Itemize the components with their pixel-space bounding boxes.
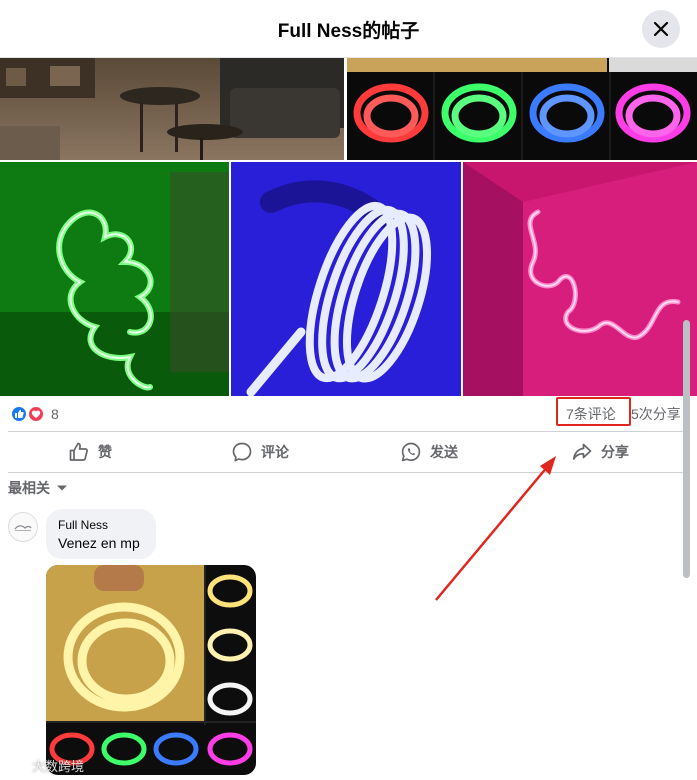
watermark-text: 大数跨境	[32, 759, 85, 774]
dialog-header: Full Ness的帖子	[0, 0, 697, 58]
love-reaction-icon[interactable]	[27, 405, 45, 423]
photo-blue-coil[interactable]	[231, 162, 461, 396]
whatsapp-icon	[401, 442, 421, 462]
avatar[interactable]	[8, 512, 38, 542]
speech-bubble-icon	[232, 442, 252, 462]
send-button[interactable]: 发送	[400, 433, 458, 471]
comment-bubble: Full Ness Venez en mp	[46, 509, 156, 559]
like-button[interactable]: 赞	[68, 433, 112, 471]
watermark-logo-icon	[7, 762, 27, 769]
watermark: 大数跨境	[6, 756, 84, 775]
like-reaction-icon[interactable]	[10, 405, 28, 423]
comment-attached-photo[interactable]	[46, 565, 256, 775]
comment-sort-label: 最相关	[8, 480, 50, 496]
page-title: Full Ness的帖子	[277, 21, 420, 42]
comment-author[interactable]: Full Ness	[58, 518, 144, 532]
comment-sort-dropdown[interactable]: 最相关	[8, 478, 68, 498]
divider	[8, 431, 684, 432]
post-action-bar: 赞 评论 发送 分享	[0, 433, 697, 471]
comments-count-highlight-box	[556, 397, 631, 426]
close-button[interactable]	[642, 10, 680, 48]
shares-count-link[interactable]: 5次分享	[631, 404, 681, 424]
divider	[8, 472, 684, 473]
share-label: 分享	[601, 444, 629, 460]
send-label: 发送	[430, 444, 458, 460]
close-icon	[653, 21, 669, 37]
like-label: 赞	[98, 444, 112, 460]
share-arrow-icon	[572, 443, 592, 460]
photo-color-samples[interactable]	[347, 58, 697, 160]
thumbs-up-icon	[69, 442, 88, 461]
comment-button[interactable]: 评论	[231, 433, 289, 471]
photo-living-room[interactable]	[0, 58, 344, 160]
comment-text: Venez en mp	[58, 535, 140, 551]
scrollbar-thumb[interactable]	[683, 320, 690, 578]
comment-label: 评论	[261, 444, 289, 460]
chevron-down-icon	[57, 485, 67, 491]
photo-pink-wall[interactable]	[463, 162, 697, 396]
post-photo-grid	[0, 58, 697, 396]
reaction-count[interactable]: 8	[51, 406, 59, 422]
share-button[interactable]: 分享	[571, 433, 629, 471]
photo-green-neon[interactable]	[0, 162, 229, 396]
